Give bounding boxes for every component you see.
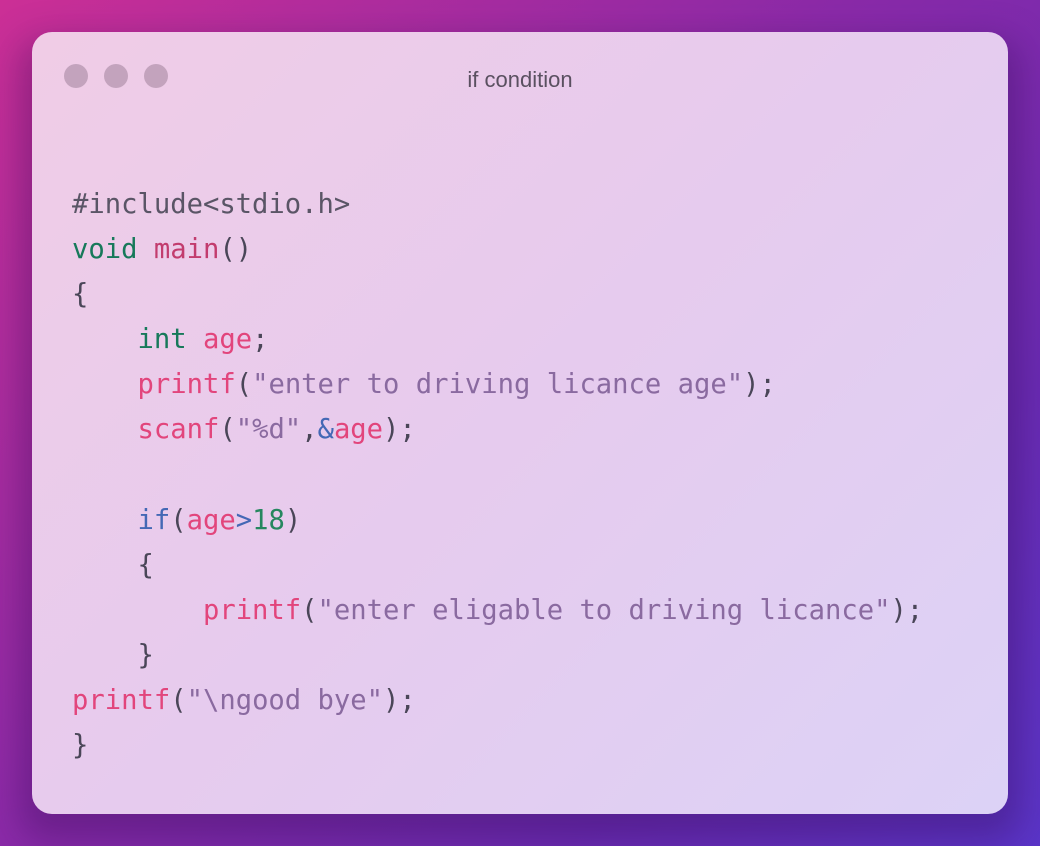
code-token-punc: ); [383,685,416,717]
code-token-call: printf [137,369,236,401]
code-token-punc: ); [890,594,924,626]
code-token-pre: #include<stdio.h> [72,189,351,220]
code-line: if(age>18) [72,498,923,543]
code-token-punc [72,505,137,536]
code-line: int age; [72,317,923,362]
code-token-punc [72,640,137,671]
code-token-kw: int [137,324,187,356]
code-token-str: "\ngood bye" [186,685,384,717]
code-token-str: "enter to driving licance age" [252,369,744,401]
code-token-var: age [202,324,253,356]
code-token-punc: , [301,414,318,446]
code-line: } [72,723,923,768]
code-line: printf("enter to driving licance age"); [72,362,923,407]
code-token-punc: { [72,279,89,311]
code-token-call: scanf [137,414,220,446]
code-token-op: & [317,414,334,446]
code-line: void main() [72,227,923,272]
code-token-call: printf [202,594,302,626]
window-title: if condition [467,67,573,92]
code-line: #include<stdio.h> [72,182,923,227]
code-token-punc [72,414,137,445]
code-token-punc: } [72,730,89,762]
code-token-var: age [333,414,384,446]
code-token-punc: ( [219,414,236,446]
code-line: printf("\ngood bye"); [72,678,923,723]
code-token-var: age [186,504,236,536]
code-token-punc: ( [170,504,187,536]
code-token-punc [72,324,137,355]
code-token-punc: } [137,639,154,671]
code-token-str: "%d" [235,414,302,446]
title-bar: if condition [32,32,1008,122]
code-token-str: "enter eligable to driving licance" [317,594,891,626]
code-block: #include<stdio.h> void main(){ int age; p… [72,182,923,768]
code-token-op: if [137,504,171,536]
code-token-punc: ( [235,369,253,401]
code-token-punc: ; [252,324,269,356]
code-token-num: 18 [252,504,285,536]
code-token-punc: ( [301,594,318,626]
code-line: { [72,543,923,588]
code-token-punc: ) [284,504,302,536]
code-token-punc [187,324,203,355]
code-token-op: > [235,504,253,536]
code-token-kw: void [72,234,138,266]
code-line: scanf("%d",&age); [72,407,923,452]
code-token-punc [72,369,137,400]
code-line: } [72,633,923,678]
code-token-punc: ); [743,369,776,401]
code-token-call: printf [72,685,171,717]
code-token-punc: { [137,549,154,581]
code-token-punc [137,234,153,265]
code-window: if condition #include<stdio.h> void main(… [32,32,1008,814]
code-token-punc: () [219,234,253,266]
code-line: { [72,272,923,317]
code-token-punc: ); [383,414,416,446]
code-token-punc [72,550,137,581]
code-token-punc [72,595,203,626]
code-token-fn: main [153,234,220,266]
code-token-punc: ( [170,685,187,717]
code-line: printf("enter eligable to driving licanc… [72,588,923,633]
